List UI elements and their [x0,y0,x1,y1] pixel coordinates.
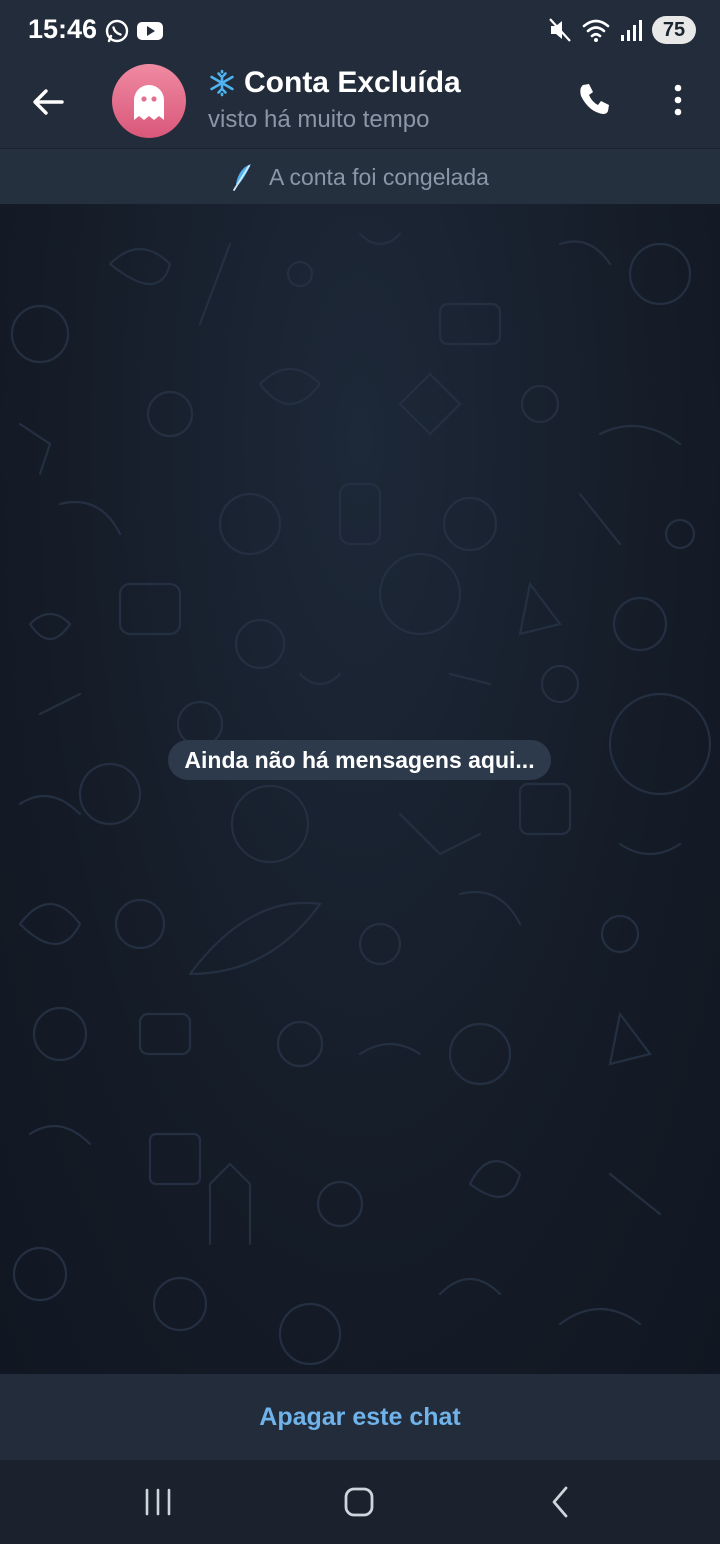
mute-vibrate-icon [549,18,571,42]
phone-icon[interactable] [574,80,614,120]
empty-chat-message: Ainda não há mensagens aqui... [168,740,551,780]
recent-apps-icon[interactable] [138,1482,178,1522]
title-row[interactable]: Conta Excluída [208,66,461,100]
back-arrow-icon[interactable] [28,82,68,122]
status-left-icons [104,18,164,44]
ghost-icon [134,85,164,120]
chat-title: Conta Excluída [244,66,461,99]
chat-header: Conta Excluída visto há muito tempo [0,64,720,148]
chat-background: Ainda não há mensagens aqui... [0,204,720,1374]
more-options-icon[interactable] [664,80,692,120]
last-seen-status: visto há muito tempo [208,106,430,133]
battery-level: 75 [662,18,686,41]
battery-indicator: 75 [652,16,696,44]
feather-icon [233,164,252,191]
frozen-banner-text: A conta foi congelada [269,163,489,190]
wifi-icon [582,19,610,42]
status-right-icons: 75 [548,16,696,44]
delete-chat-button[interactable]: Apagar este chat [0,1374,720,1460]
doodle-pattern [10,232,712,1366]
frozen-account-banner[interactable]: A conta foi congelada [0,148,720,205]
snowflake-icon [210,69,234,97]
empty-chat-text: Ainda não há mensagens aqui... [184,746,535,773]
home-icon[interactable] [339,1482,379,1522]
system-nav-bar [0,1460,720,1544]
status-bar: 15:46 75 [0,0,720,64]
delete-chat-label: Apagar este chat [259,1402,461,1431]
avatar[interactable] [112,64,186,138]
back-nav-icon[interactable] [540,1482,580,1522]
whatsapp-icon [105,19,129,43]
youtube-icon [137,22,163,40]
signal-icon [621,20,642,41]
status-time: 15:46 [28,14,98,44]
